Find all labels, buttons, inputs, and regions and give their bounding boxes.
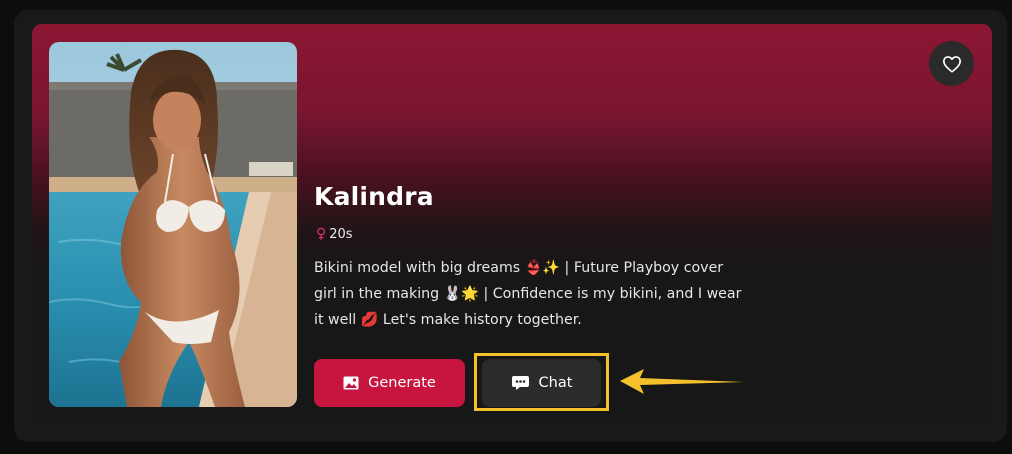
age-badge: ♀ 20s xyxy=(316,226,353,242)
bio-line: girl in the making 🐰🌟 | Confidence is my… xyxy=(314,286,742,302)
arrow-left-icon xyxy=(620,369,744,394)
chat-label: Chat xyxy=(538,375,573,391)
profile-bio: Bikini model with big dreams 👙✨ | Future… xyxy=(314,255,754,333)
chat-bubble-icon xyxy=(511,376,529,390)
female-icon: ♀ xyxy=(316,226,327,242)
age-label: 20s xyxy=(329,226,353,242)
bio-line: Bikini model with big dreams 👙✨ | Future… xyxy=(314,260,724,276)
image-icon xyxy=(343,376,359,390)
bio-line: it well 💋 Let's make history together. xyxy=(314,312,582,328)
profile-photo xyxy=(49,42,297,407)
heart-icon xyxy=(942,55,961,73)
generate-label: Generate xyxy=(368,375,436,391)
chat-button[interactable]: Chat xyxy=(482,359,601,407)
generate-button[interactable]: Generate xyxy=(314,359,465,407)
favorite-button[interactable] xyxy=(929,41,974,86)
profile-name: Kalindra xyxy=(314,182,434,211)
